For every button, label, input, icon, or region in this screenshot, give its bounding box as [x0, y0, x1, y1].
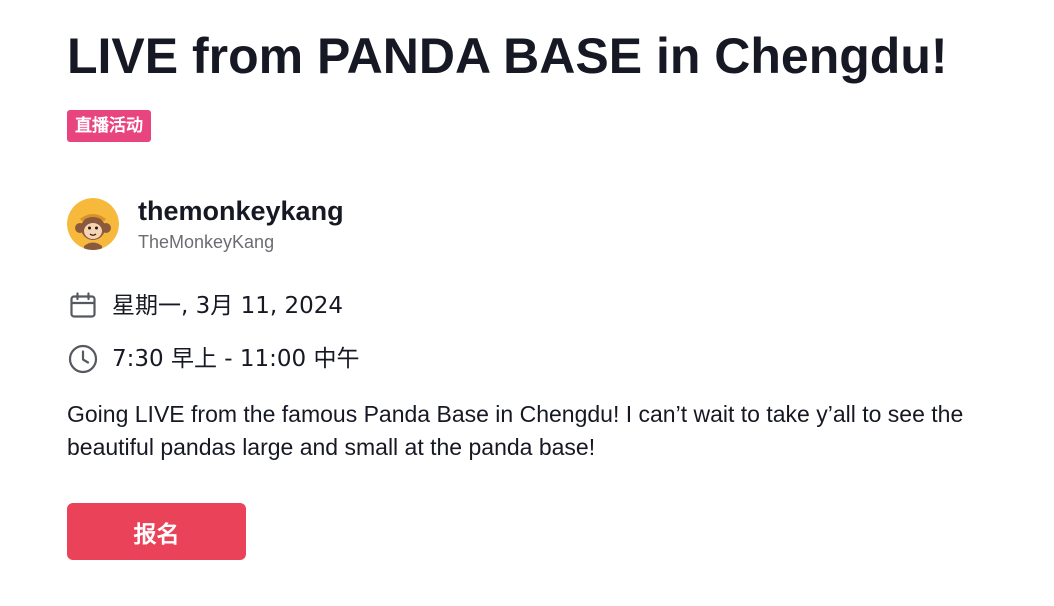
host-profile[interactable]: themonkeykang TheMonkeyKang	[67, 196, 344, 253]
event-title: LIVE from PANDA BASE in Chengdu!	[67, 28, 948, 84]
event-date-row: 星期一, 3月 11, 2024	[67, 290, 343, 322]
host-handle: TheMonkeyKang	[138, 232, 275, 252]
host-name[interactable]: themonkeykang	[138, 196, 344, 226]
register-button[interactable]: 报名	[67, 503, 246, 560]
event-date: 星期一, 3月 11, 2024	[112, 293, 343, 319]
event-description: Going LIVE from the famous Panda Base in…	[67, 401, 964, 460]
monkey-avatar-icon[interactable]	[67, 198, 119, 250]
clock-icon	[67, 343, 99, 375]
event-time-row: 7:30 早上 - 11:00 中午	[67, 343, 359, 375]
event-page: LIVE from PANDA BASE in Chengdu! 直播活动 th…	[0, 0, 1054, 606]
calendar-icon	[67, 290, 99, 322]
event-time: 7:30 早上 - 11:00 中午	[112, 346, 360, 372]
live-event-badge: 直播活动	[67, 110, 151, 142]
